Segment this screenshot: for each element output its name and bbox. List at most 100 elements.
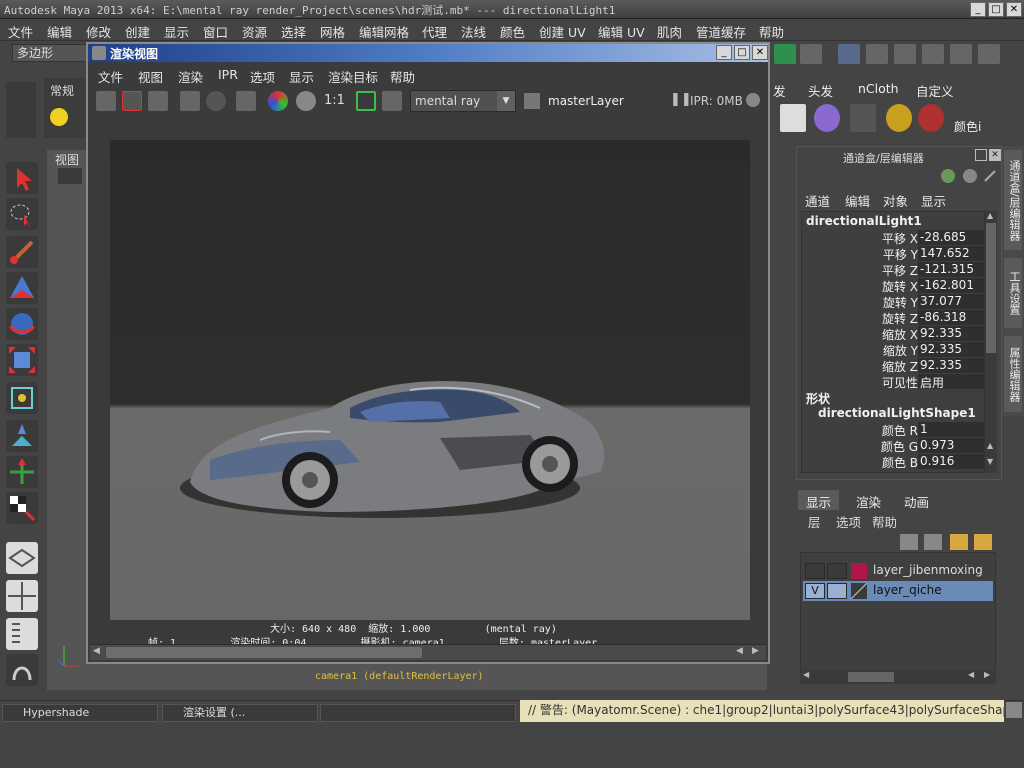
layer-visibility-toggle[interactable]: V [805,583,825,599]
cb-arrow-icon[interactable] [983,169,997,183]
menu-mesh[interactable]: 网格 [320,22,345,41]
scroll-right-icon[interactable]: ▶ [984,670,990,679]
attr-value[interactable]: 92.335 [918,342,984,357]
menu-color[interactable]: 颜色 [500,22,525,41]
attr-row[interactable]: 平移 Z -121.315 [802,262,984,278]
cb-float-icon[interactable] [975,149,987,161]
last-tool-icon[interactable] [6,492,38,524]
move-layer-up-icon[interactable] [950,534,968,550]
soft-mod-icon[interactable] [6,420,38,452]
shelf-tab-custom[interactable]: 自定义 [916,81,954,100]
menu-modify[interactable]: 修改 [86,22,111,41]
layer-row-selected[interactable]: V layer_qiche [803,581,993,601]
menu-select[interactable]: 选择 [281,22,306,41]
alpha-channel-icon[interactable] [296,91,316,111]
attr-row[interactable]: 颜色 R1 [802,422,984,438]
scroll-up-icon-2[interactable]: ▲ [987,441,993,450]
outliner-view-icon[interactable] [6,618,38,650]
snapshot-icon[interactable] [148,91,168,111]
command-feedback[interactable]: // 警告: (Mayatomr.Scene) : che1|group2|lu… [520,700,1004,722]
layer-visibility-toggle[interactable] [805,563,825,579]
tab-attribute-editor[interactable]: 属性编辑器 [1004,336,1022,412]
render-settings-icon[interactable] [800,44,822,64]
menu-set-dropdown[interactable]: 多边形 [12,44,88,62]
layer-menu-help[interactable]: 帮助 [872,512,897,531]
cb-menu-edit[interactable]: 编辑 [845,191,870,210]
render-icon[interactable] [774,44,796,64]
layer-color-swatch[interactable] [851,563,867,579]
cb-scroll-thumb[interactable] [986,223,996,353]
viewport-view-menu[interactable]: 视图 [55,151,79,168]
cb-close-icon[interactable]: ✕ [989,149,1001,161]
scroll-thumb[interactable] [106,647,422,658]
layer-name[interactable]: layer_jibenmoxing [873,563,983,577]
shelf-tab-general[interactable]: 常规 [50,82,74,99]
render-canvas[interactable]: 大小: 640 x 480 缩放: 1.000 (mental ray) 帧: … [88,116,768,649]
attr-row[interactable]: 可见性 启用 [802,374,984,390]
layer-hscrollbar[interactable]: ◀ ◀ ▶ [800,670,996,684]
layer-name[interactable]: layer_qiche [873,583,942,597]
attr-row[interactable]: 缩放 Y 92.335 [802,342,984,358]
move-layer-down-icon[interactable] [974,534,992,550]
cb-menu-show[interactable]: 显示 [921,191,946,210]
scroll-up-icon[interactable]: ▲ [987,211,993,220]
cb-menu-object[interactable]: 对象 [883,191,908,210]
cb-menu-channels[interactable]: 通道 [805,191,830,210]
task-render-settings[interactable]: 渲染设置 (... [162,704,318,722]
four-view-icon[interactable] [6,580,38,612]
new-layer-selected-icon[interactable] [924,534,942,550]
menu-help[interactable]: 帮助 [759,22,784,41]
rv-minimize-button[interactable]: _ [716,45,732,60]
single-view-icon[interactable] [6,542,38,574]
attr-value[interactable]: 92.335 [918,358,984,373]
attr-row[interactable]: 缩放 X 92.335 [802,326,984,342]
shelf-tab-fx[interactable]: 发 [773,81,786,100]
shelf-checker-icon[interactable] [780,104,806,132]
rv-menu-render[interactable]: 渲染 [178,67,203,86]
rv-menu-view[interactable]: 视图 [138,67,163,86]
menu-edit-mesh[interactable]: 编辑网格 [359,22,409,41]
outliner-icon[interactable] [894,44,916,64]
attr-row[interactable]: 颜色 B 0.916 [802,454,984,470]
attr-row[interactable]: 平移 X -28.685 [802,230,984,246]
menu-edit[interactable]: 编辑 [47,22,72,41]
refresh-icon[interactable] [206,91,226,111]
tab-channel-box[interactable]: 通道盒/层编辑器 [1004,150,1022,250]
scroll-right-icon[interactable]: ▶ [752,646,759,656]
show-manip-icon[interactable] [6,456,38,488]
maximize-button[interactable]: □ [988,2,1004,17]
attribute-icon[interactable] [922,44,944,64]
attr-row[interactable]: 旋转 X -162.801 [802,278,984,294]
menu-window[interactable]: 窗口 [203,22,228,41]
shelf-options-icon[interactable] [6,82,36,138]
cb-tree-icon[interactable] [941,169,955,183]
attr-value[interactable]: -162.801 [918,278,984,293]
layer-menu-options[interactable]: 选项 [836,512,861,531]
tool-settings-icon[interactable] [950,44,972,64]
attr-row[interactable]: 缩放 Z 92.335 [802,358,984,374]
task-hypershade[interactable]: Hypershade [2,704,158,722]
render-region-icon[interactable] [122,91,142,111]
ipr-render-icon[interactable] [180,91,200,111]
rv-menu-display[interactable]: 显示 [289,67,314,86]
attr-value[interactable]: -121.315 [918,262,984,277]
cb-sphere-icon[interactable] [963,169,977,183]
new-layer-icon[interactable] [900,534,918,550]
scroll-left-icon-2[interactable]: ◀ [736,646,743,656]
scale-tool-icon[interactable] [6,344,38,376]
close-button[interactable]: ✕ [1006,2,1022,17]
attr-value[interactable]: 启用 [918,374,984,390]
menu-proxy[interactable]: 代理 [422,22,447,41]
attr-row[interactable]: 旋转 Y 37.077 [802,294,984,310]
menu-file[interactable]: 文件 [8,22,33,41]
universal-manip-icon[interactable] [6,382,38,414]
attr-row[interactable]: 平移 Y 147.652 [802,246,984,262]
keep-image-icon[interactable] [356,91,376,111]
rv-close-button[interactable]: ✕ [752,45,768,60]
render-view-titlebar[interactable]: 渲染视图 _ □ ✕ [88,44,768,62]
renderer-dropdown[interactable]: mental ray ▼ [410,90,516,112]
rv-menu-ipr[interactable]: IPR [218,67,238,82]
attr-value[interactable]: -86.318 [918,310,984,325]
layer-menu-layers[interactable]: 层 [808,512,821,531]
ratio-button[interactable]: 1:1 [324,93,345,108]
